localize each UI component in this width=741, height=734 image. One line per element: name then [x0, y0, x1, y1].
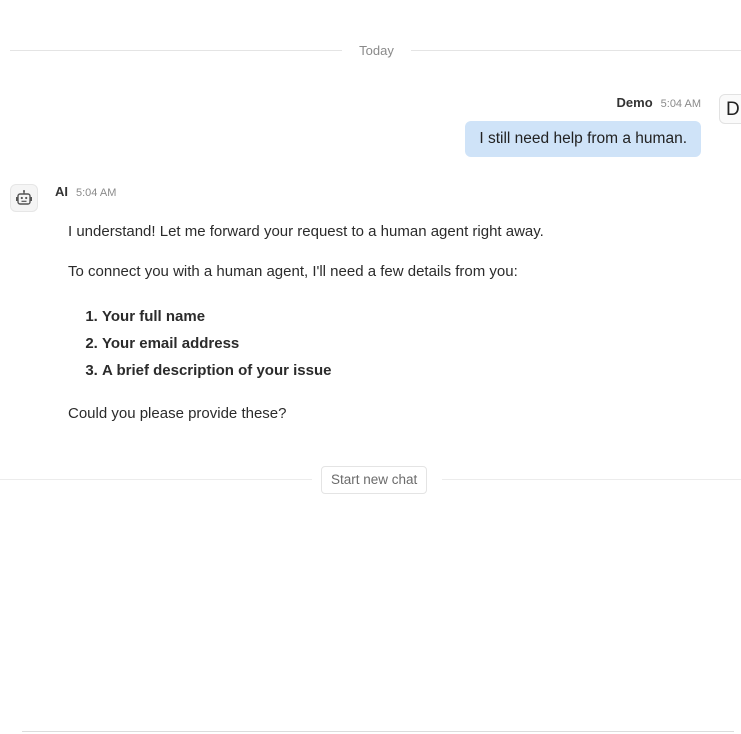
divider-line-left [10, 50, 342, 51]
ai-message-details-request: To connect you with a human agent, I'll … [68, 263, 518, 280]
date-divider: Today [10, 41, 741, 61]
robot-icon [10, 184, 38, 212]
ai-details-list: Your full name Your email address A brie… [68, 303, 708, 384]
user-message-bubble: I still need help from a human. [465, 121, 701, 157]
date-divider-label: Today [359, 43, 394, 58]
user-avatar: D [719, 94, 741, 124]
user-message-header: Demo 5:04 AM [617, 95, 701, 110]
ai-message-intro: I understand! Let me forward your reques… [68, 223, 544, 240]
ai-message-time: 5:04 AM [76, 187, 117, 199]
ai-message-header: AI 5:04 AM [55, 184, 116, 199]
divider-line-right [411, 50, 741, 51]
ai-message-closing: Could you please provide these? [68, 405, 287, 422]
new-chat-divider: Start new chat [0, 466, 741, 494]
divider-line-left [0, 479, 312, 480]
divider-line-right [442, 479, 741, 480]
user-sender-name: Demo [616, 95, 653, 110]
ai-sender-name: AI [55, 184, 68, 199]
list-item: Your email address [102, 330, 708, 357]
user-message-time: 5:04 AM [660, 98, 701, 110]
composer-top-border [22, 731, 734, 732]
list-item: A brief description of your issue [102, 357, 708, 384]
list-item: Your full name [102, 303, 708, 330]
start-new-chat-button[interactable]: Start new chat [321, 466, 428, 494]
ai-message-body: I understand! Let me forward your reques… [68, 222, 708, 424]
